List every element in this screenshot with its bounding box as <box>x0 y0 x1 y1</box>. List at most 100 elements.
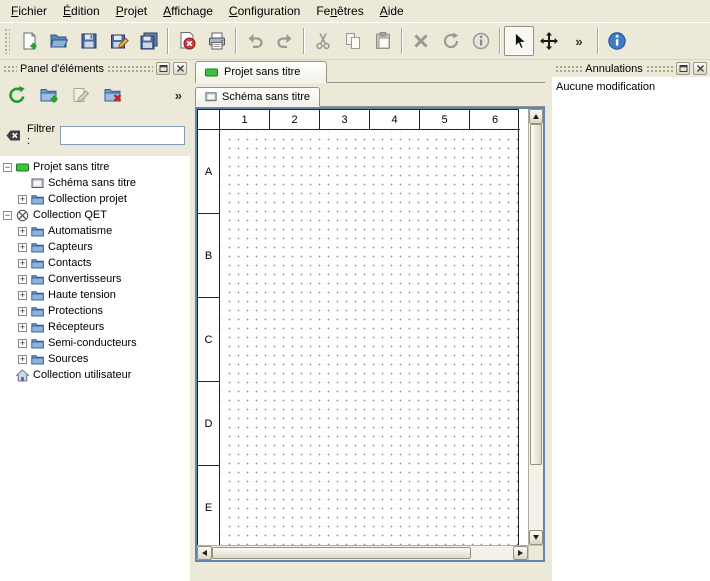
menu-item-5[interactable]: Configuration <box>221 0 308 22</box>
tree-item-label: Schéma sans titre <box>48 177 136 189</box>
menu-item-4[interactable]: Affichage <box>155 0 221 22</box>
new-element-icon <box>39 85 59 105</box>
cut-icon <box>313 31 333 51</box>
new-element-button[interactable] <box>35 81 63 109</box>
save-all-button[interactable] <box>134 26 164 56</box>
save-button[interactable] <box>74 26 104 56</box>
elements-panel-titlebar[interactable]: Panel d'éléments <box>0 60 190 77</box>
toolbar-handle[interactable] <box>4 28 10 54</box>
scroll-right-button[interactable] <box>513 546 528 560</box>
menu-item-3[interactable]: Projet <box>108 0 155 22</box>
workspace: Projet sans titre Schéma sans titre 1234… <box>195 60 545 581</box>
schema-canvas[interactable]: 123456 ABCDE <box>197 109 528 545</box>
collapse-expander[interactable]: − <box>3 211 12 220</box>
collapse-expander[interactable]: − <box>3 163 12 172</box>
close-document-button[interactable] <box>172 26 202 56</box>
tree-item-3[interactable]: +Collection projet <box>0 191 190 207</box>
horizontal-scrollbar[interactable] <box>197 545 528 560</box>
scroll-down-button[interactable] <box>529 530 543 545</box>
delete-element-button[interactable] <box>99 81 127 109</box>
toolbar-separator <box>597 28 599 54</box>
tab-project-label: Projet sans titre <box>224 66 300 78</box>
tree-item-12[interactable]: +Semi-conducteurs <box>0 335 190 351</box>
dock-grip-dots <box>3 65 17 73</box>
open-project-icon <box>49 31 69 51</box>
expand-expander[interactable]: + <box>18 355 27 364</box>
clear-filter-button[interactable] <box>5 128 22 143</box>
column-headers: 123456 <box>220 110 520 130</box>
expand-expander[interactable]: + <box>18 227 27 236</box>
expand-expander[interactable]: + <box>18 291 27 300</box>
row-header: C <box>198 298 220 382</box>
tree-item-7[interactable]: +Contacts <box>0 255 190 271</box>
folder-icon <box>31 337 44 350</box>
open-project-button[interactable] <box>44 26 74 56</box>
undo-panel-titlebar[interactable]: Annulations <box>552 60 710 77</box>
overflow-chevron-button[interactable]: » <box>564 26 594 56</box>
tree-item-2[interactable]: Schéma sans titre <box>0 175 190 191</box>
tree-item-label: Protections <box>48 305 103 317</box>
horizontal-scroll-thumb[interactable] <box>212 547 471 559</box>
elements-panel-title: Panel d'éléments <box>20 63 104 75</box>
expand-expander[interactable]: + <box>18 195 27 204</box>
delete-button <box>406 26 436 56</box>
menu-item-1[interactable]: Fichier <box>3 0 55 22</box>
menu-item-6[interactable]: Fenêtres <box>308 0 371 22</box>
about-button[interactable] <box>602 26 632 56</box>
vertical-scroll-thumb[interactable] <box>530 124 542 465</box>
expand-expander[interactable]: + <box>18 275 27 284</box>
expand-expander[interactable]: + <box>18 307 27 316</box>
select-button[interactable] <box>504 26 534 56</box>
about-icon <box>607 31 627 51</box>
float-panel-button[interactable] <box>156 62 170 75</box>
panel-toolbar-overflow-button[interactable]: » <box>175 88 182 103</box>
close-panel-button[interactable] <box>173 62 187 75</box>
tree-item-9[interactable]: +Haute tension <box>0 287 190 303</box>
tree-item-5[interactable]: +Automatisme <box>0 223 190 239</box>
column-header: 6 <box>470 110 520 130</box>
print-button[interactable] <box>202 26 232 56</box>
filter-input[interactable] <box>60 126 185 145</box>
tree-item-8[interactable]: +Convertisseurs <box>0 271 190 287</box>
tab-project[interactable]: Projet sans titre <box>195 61 327 83</box>
close-panel-button[interactable] <box>693 62 707 75</box>
menu-item-2[interactable]: Édition <box>55 0 108 22</box>
tree-item-10[interactable]: + Protections <box>0 303 190 319</box>
tree-item-1[interactable]: −Projet sans titre <box>0 159 190 175</box>
tree-item-6[interactable]: +Capteurs <box>0 239 190 255</box>
column-header: 5 <box>420 110 470 130</box>
vertical-scroll-track[interactable] <box>529 124 543 530</box>
horizontal-scroll-track[interactable] <box>212 546 513 560</box>
expand-expander[interactable]: + <box>18 339 27 348</box>
overflow-chevron-icon: » <box>575 34 582 49</box>
new-document-button[interactable] <box>14 26 44 56</box>
float-panel-button[interactable] <box>676 62 690 75</box>
tree-item-13[interactable]: +Sources <box>0 351 190 367</box>
arrow-down-icon <box>533 535 539 540</box>
folder-icon <box>31 353 44 366</box>
vertical-scrollbar[interactable] <box>528 109 543 545</box>
paste-button <box>368 26 398 56</box>
tab-schema[interactable]: Schéma sans titre <box>195 87 320 107</box>
scroll-up-button[interactable] <box>529 109 543 124</box>
folder-icon <box>31 321 44 334</box>
redo-button <box>270 26 300 56</box>
pan-icon <box>539 31 559 51</box>
expand-expander[interactable]: + <box>18 243 27 252</box>
qet-icon <box>16 209 29 222</box>
expand-expander[interactable]: + <box>18 259 27 268</box>
tree-item-14[interactable]: Collection utilisateur <box>0 367 190 383</box>
tree-item-4[interactable]: −Collection QET <box>0 207 190 223</box>
expand-expander[interactable]: + <box>18 323 27 332</box>
tree-item-11[interactable]: +Récepteurs <box>0 319 190 335</box>
qelectrotech-window: FichierÉditionProjetAffichageConfigurati… <box>0 0 710 581</box>
toolbar-separator <box>167 28 169 54</box>
pan-button[interactable] <box>534 26 564 56</box>
scroll-left-button[interactable] <box>197 546 212 560</box>
schema-sheet[interactable]: 123456 ABCDE <box>197 109 519 545</box>
menu-item-7[interactable]: Aide <box>372 0 412 22</box>
save-as-button[interactable] <box>104 26 134 56</box>
reload-button[interactable] <box>3 81 31 109</box>
grid-dots[interactable] <box>221 131 518 545</box>
folder-icon <box>31 225 44 238</box>
